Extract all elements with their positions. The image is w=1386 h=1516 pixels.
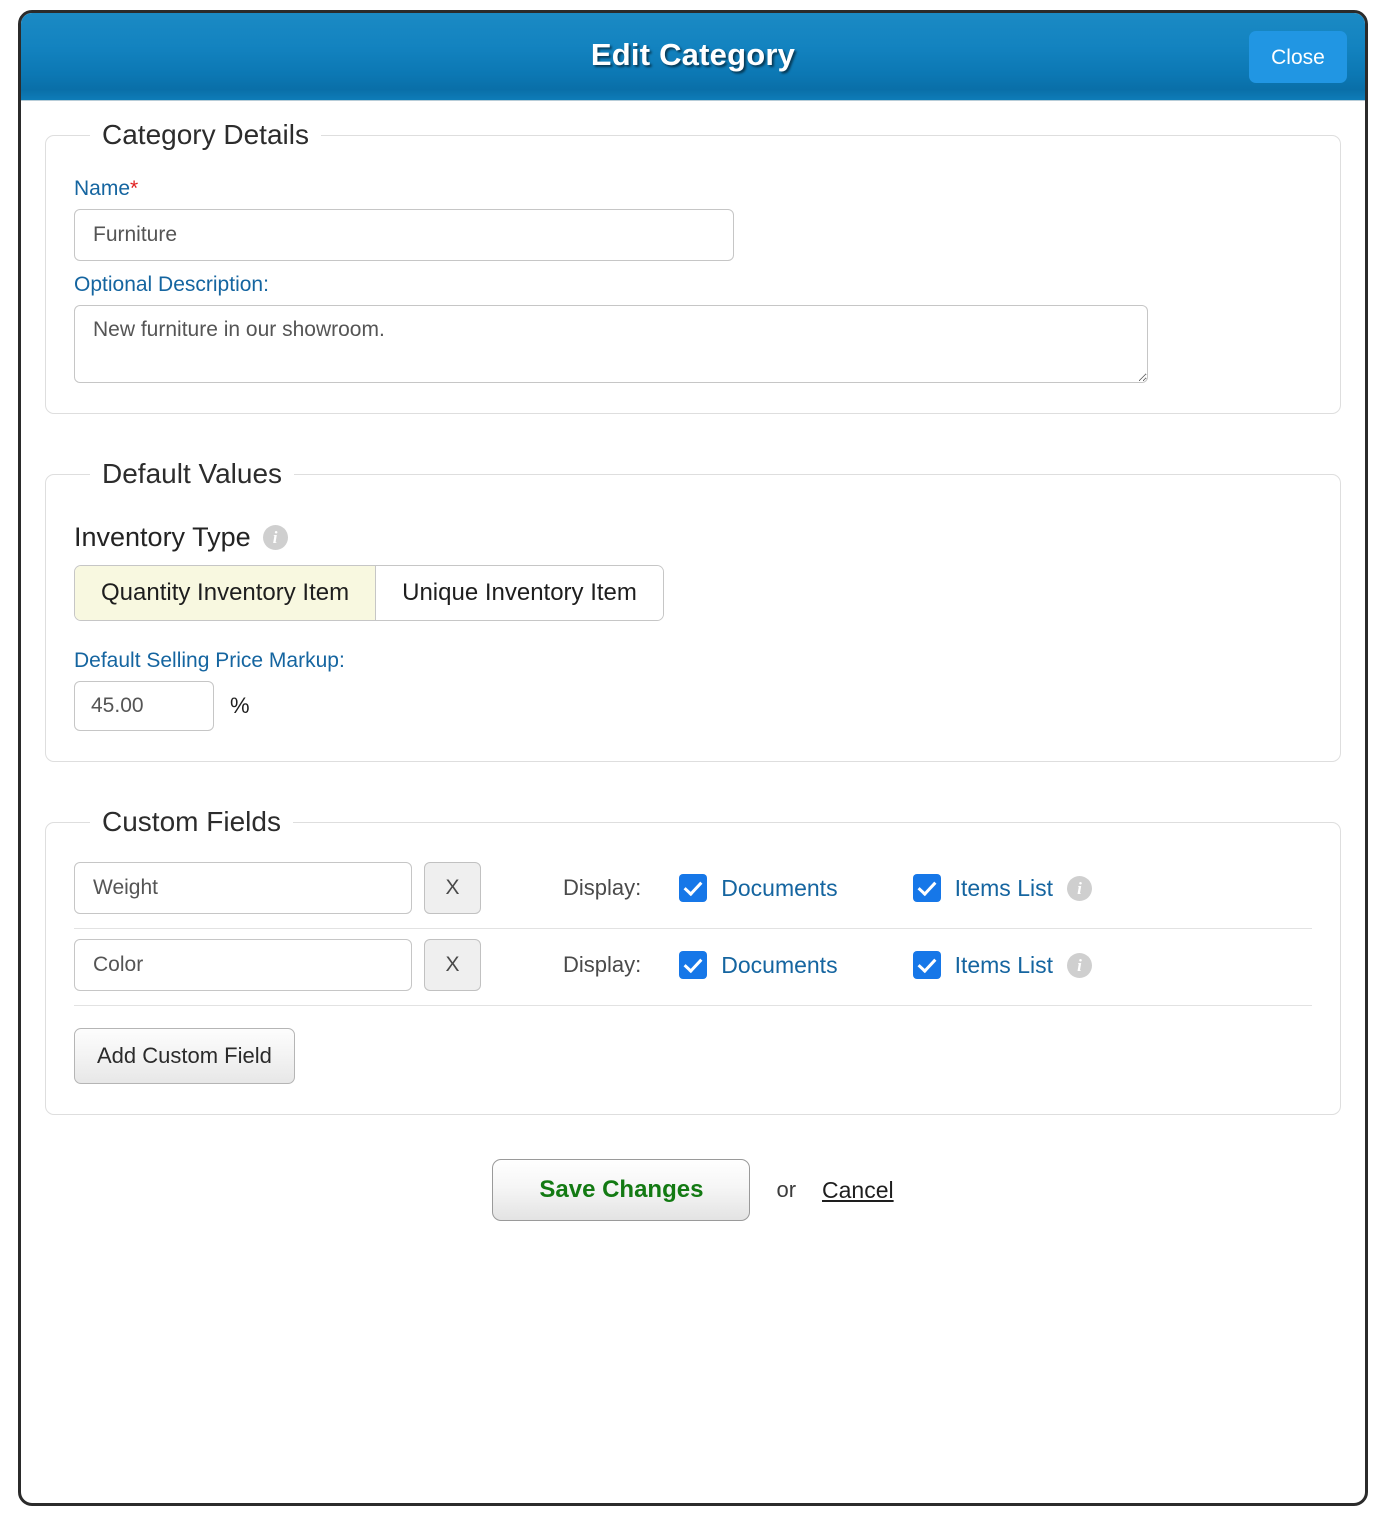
dialog-titlebar: Edit Category Close [21,13,1365,101]
inventory-type-heading: Inventory Type i [74,522,1312,553]
items-list-checkbox[interactable] [912,874,941,902]
cancel-link[interactable]: Cancel [822,1177,894,1204]
items-list-checkbox-group: Items List i [912,951,1092,979]
name-input[interactable] [74,209,734,261]
items-list-checkbox-label[interactable]: Items List [955,952,1053,979]
inventory-type-label: Inventory Type [74,522,251,552]
markup-input[interactable] [74,681,214,731]
default-values-panel: Default Values Inventory Type i Quantity… [45,458,1341,762]
description-textarea[interactable] [74,305,1148,383]
info-icon[interactable]: i [1067,875,1092,901]
close-button[interactable]: Close [1249,31,1347,83]
display-label: Display: [563,875,642,900]
remove-custom-field-button[interactable]: X [424,939,481,991]
dialog-body: Category Details Name* Optional Descript… [21,101,1365,1241]
custom-field-name-input[interactable] [74,939,412,991]
segment-unique-inventory-item[interactable]: Unique Inventory Item [376,566,663,620]
custom-field-row: X Display: Documents Items List i [74,929,1312,1006]
required-asterisk: * [130,177,139,200]
custom-fields-legend: Custom Fields [102,806,281,837]
dialog-footer: Save Changes or Cancel [45,1159,1341,1221]
info-icon[interactable]: i [1067,952,1092,978]
documents-checkbox[interactable] [679,874,708,902]
display-label: Display: [563,952,642,977]
description-label: Optional Description: [74,273,269,296]
items-list-checkbox-group: Items List i [912,874,1092,902]
dialog-title: Edit Category [590,37,796,72]
items-list-checkbox[interactable] [912,951,941,979]
edit-category-dialog: Edit Category Close Category Details Nam… [18,10,1368,1506]
markup-unit: % [230,693,250,718]
custom-fields-panel: Custom Fields X Display: Documents Items… [45,806,1341,1115]
documents-checkbox[interactable] [679,951,708,979]
category-details-legend: Category Details [102,119,309,150]
inventory-type-segmented-control: Quantity Inventory Item Unique Inventory… [74,565,664,621]
name-label-text: Name [74,177,131,200]
markup-label: Default Selling Price Markup: [74,649,345,672]
add-custom-field-button[interactable]: Add Custom Field [74,1028,295,1084]
segment-quantity-inventory-item[interactable]: Quantity Inventory Item [75,566,377,620]
custom-field-name-input[interactable] [74,862,412,914]
remove-custom-field-button[interactable]: X [424,862,481,914]
markup-row: % [74,681,1312,731]
documents-checkbox-group: Documents [679,874,838,902]
documents-checkbox-label[interactable]: Documents [721,875,837,902]
documents-checkbox-group: Documents [679,951,838,979]
category-details-panel: Category Details Name* Optional Descript… [45,119,1341,414]
default-values-legend: Default Values [102,458,283,489]
name-label: Name* [74,177,1312,201]
custom-field-row: X Display: Documents Items List i [74,852,1312,929]
items-list-checkbox-label[interactable]: Items List [955,875,1053,902]
info-icon[interactable]: i [262,525,288,550]
save-changes-button[interactable]: Save Changes [492,1159,751,1221]
or-text: or [776,1177,797,1202]
documents-checkbox-label[interactable]: Documents [721,952,837,979]
